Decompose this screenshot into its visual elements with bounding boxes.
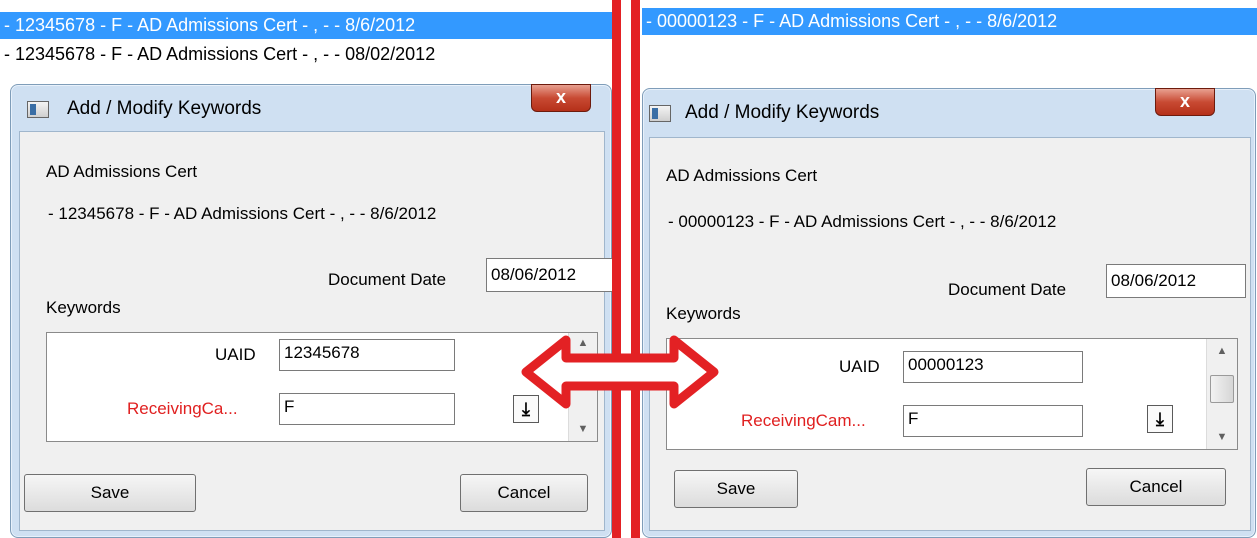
scroll-thumb[interactable] [1210,375,1234,403]
left-list-selected-row[interactable]: - 12345678 - F - AD Admissions Cert - , … [0,12,614,39]
uaid-label: UAID [215,345,256,364]
document-date-field[interactable]: 08/06/2012 [1106,264,1246,298]
save-button[interactable]: Save [24,474,196,512]
scroll-up-icon[interactable]: ▲ [1207,345,1237,357]
left-dialog-titlebar[interactable]: Add / Modify Keywords x [11,84,611,129]
receiving-campus-field[interactable]: F [279,393,455,425]
close-icon: x [555,87,566,107]
cancel-button[interactable]: Cancel [1086,468,1226,506]
left-add-modify-keywords-dialog: Add / Modify Keywords x AD Admissions Ce… [10,84,616,538]
double-arrow-annotation [521,335,719,409]
scroll-down-icon[interactable]: ▼ [1207,431,1237,443]
left-dialog-client: AD Admissions Cert - 12345678 - F - AD A… [19,131,616,531]
window-icon [649,105,671,122]
doc-type-label: AD Admissions Cert [46,162,198,181]
doc-name-label: - 12345678 - F - AD Admissions Cert - , … [48,204,437,223]
uaid-field[interactable]: 12345678 [279,339,455,371]
keywords-label: Keywords [666,304,741,323]
download-arrow-icon: ⤓ [1156,409,1164,429]
scroll-down-icon[interactable]: ▼ [569,423,597,435]
right-keywords-scrollbar[interactable]: ▲ ▼ [1206,339,1237,449]
close-icon: x [1179,91,1190,111]
right-dialog-titlebar[interactable]: Add / Modify Keywords x [643,88,1255,133]
document-date-label: Document Date [948,280,1067,299]
uaid-field[interactable]: 00000123 [903,351,1083,383]
receiving-campus-field[interactable]: F [903,405,1083,437]
receiving-campus-label: ReceivingCa... [127,399,238,418]
receiving-campus-dropdown-button[interactable]: ⤓ [1147,405,1173,433]
keywords-label: Keywords [46,298,121,317]
doc-type-label: AD Admissions Cert [666,166,818,185]
doc-name-label: - 00000123 - F - AD Admissions Cert - , … [668,212,1057,231]
receiving-campus-label: ReceivingCam... [741,411,866,430]
right-close-button[interactable]: x [1155,88,1215,116]
red-divider-annotation [612,0,640,538]
right-keywords-panel: UAID 00000123 ReceivingCam... F ⤓ ▲ ▼ [666,338,1238,450]
left-list-row[interactable]: - 12345678 - F - AD Admissions Cert - , … [0,41,614,68]
left-close-button[interactable]: x [531,84,591,112]
right-add-modify-keywords-dialog: Add / Modify Keywords x AD Admissions Ce… [642,88,1256,538]
save-button[interactable]: Save [674,470,798,508]
cancel-button[interactable]: Cancel [460,474,588,512]
left-dialog-title: Add / Modify Keywords [67,98,262,119]
document-date-label: Document Date [328,270,447,289]
right-dialog-client: AD Admissions Cert - 00000123 - F - AD A… [649,137,1251,531]
document-date-field[interactable]: 08/06/2012 [486,258,616,292]
right-dialog-title: Add / Modify Keywords [685,102,880,123]
uaid-label: UAID [839,357,880,376]
right-list-selected-row[interactable]: - 00000123 - F - AD Admissions Cert - , … [642,8,1257,35]
window-icon [27,101,49,118]
